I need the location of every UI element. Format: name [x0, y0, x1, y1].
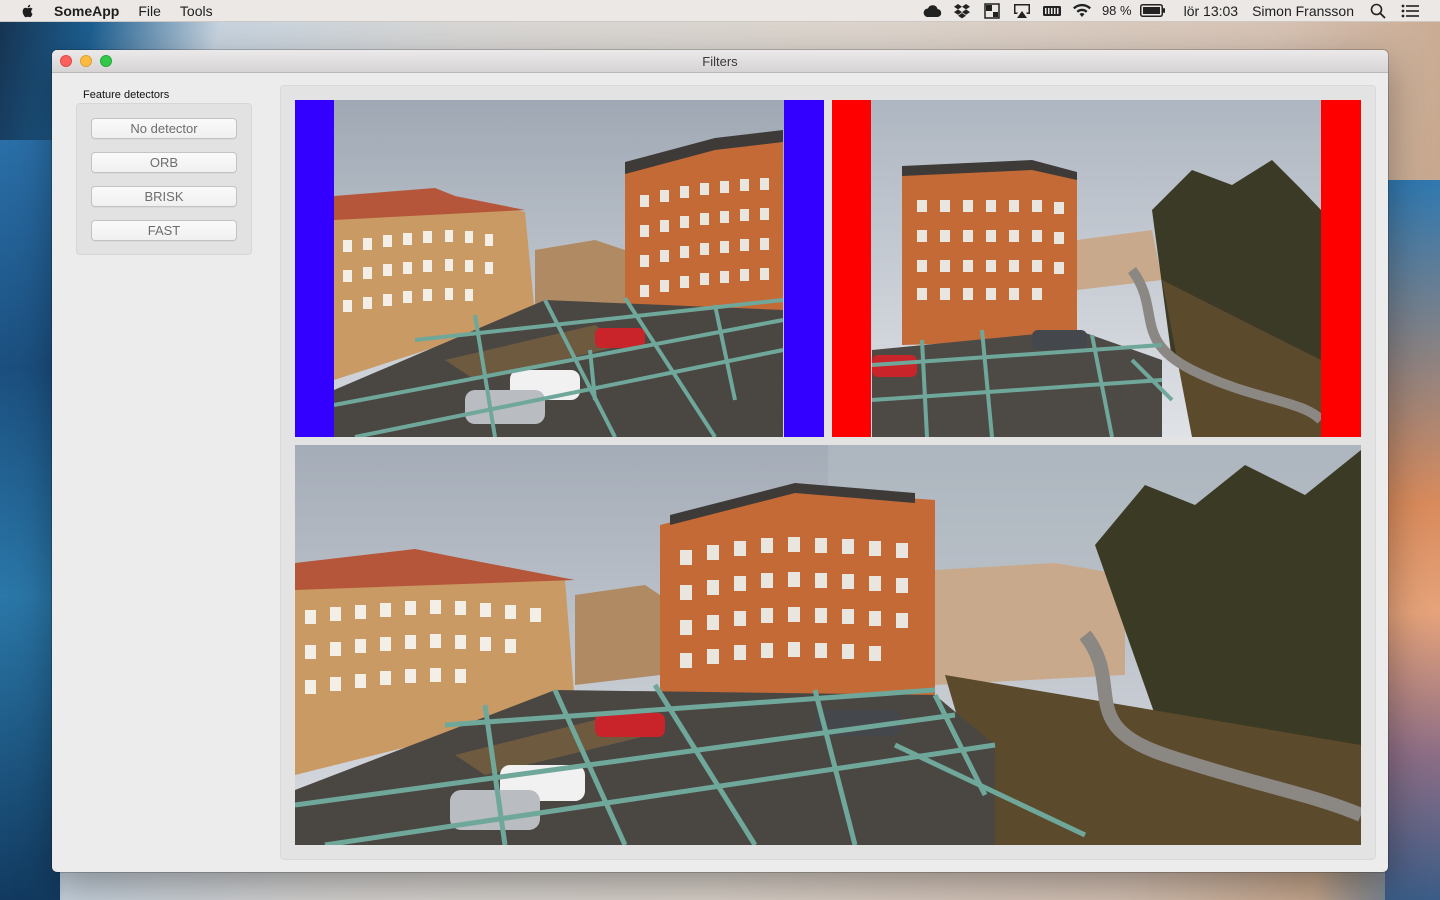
left-border-band	[832, 100, 871, 437]
left-border-band	[295, 100, 334, 437]
no-detector-button[interactable]: No detector	[91, 118, 237, 139]
menu-bar: SomeApp File Tools 98 % lör 13:03 Simon …	[0, 0, 1440, 22]
image-panel	[280, 85, 1376, 860]
creative-cloud-icon[interactable]	[922, 3, 942, 19]
spotlight-search-icon[interactable]	[1368, 3, 1388, 19]
filters-window: Filters Feature detectors No detector OR…	[52, 50, 1388, 872]
memory-icon[interactable]	[1042, 3, 1062, 19]
dropbox-icon[interactable]	[952, 3, 972, 19]
close-window-button[interactable]	[60, 55, 72, 67]
window-manager-icon[interactable]	[982, 2, 1002, 19]
menu-app-name[interactable]: SomeApp	[54, 3, 119, 19]
menu-file[interactable]: File	[138, 3, 161, 19]
status-area: 98 % lör 13:03 Simon Fransson	[922, 0, 1440, 22]
left-source-image	[295, 100, 824, 437]
airplay-icon[interactable]	[1012, 3, 1032, 19]
right-border-band	[784, 100, 824, 437]
apple-icon[interactable]	[20, 3, 36, 19]
feature-detectors-label: Feature detectors	[83, 89, 170, 101]
feature-detectors-group: No detector ORB BRISK FAST	[76, 103, 252, 255]
wifi-icon[interactable]	[1072, 3, 1092, 19]
notification-center-icon[interactable]	[1400, 3, 1420, 19]
window-title: Filters	[702, 53, 738, 69]
user-name[interactable]: Simon Fransson	[1252, 3, 1354, 19]
clock[interactable]: lör 13:03	[1184, 3, 1238, 19]
zoom-window-button[interactable]	[100, 55, 112, 67]
battery-icon[interactable]	[1139, 3, 1166, 19]
menu-tools[interactable]: Tools	[180, 3, 213, 19]
orb-button[interactable]: ORB	[91, 152, 237, 173]
title-bar[interactable]: Filters	[52, 50, 1388, 73]
stitched-panorama-image	[295, 445, 1361, 845]
minimize-window-button[interactable]	[80, 55, 92, 67]
desktop-wallpaper-right	[1385, 180, 1440, 900]
window-controls	[60, 55, 120, 67]
fast-button[interactable]: FAST	[91, 220, 237, 241]
right-source-image	[832, 100, 1361, 437]
battery-percent: 98 %	[1101, 3, 1132, 18]
desktop-wallpaper-left	[0, 140, 60, 900]
right-border-band	[1321, 100, 1361, 437]
brisk-button[interactable]: BRISK	[91, 186, 237, 207]
